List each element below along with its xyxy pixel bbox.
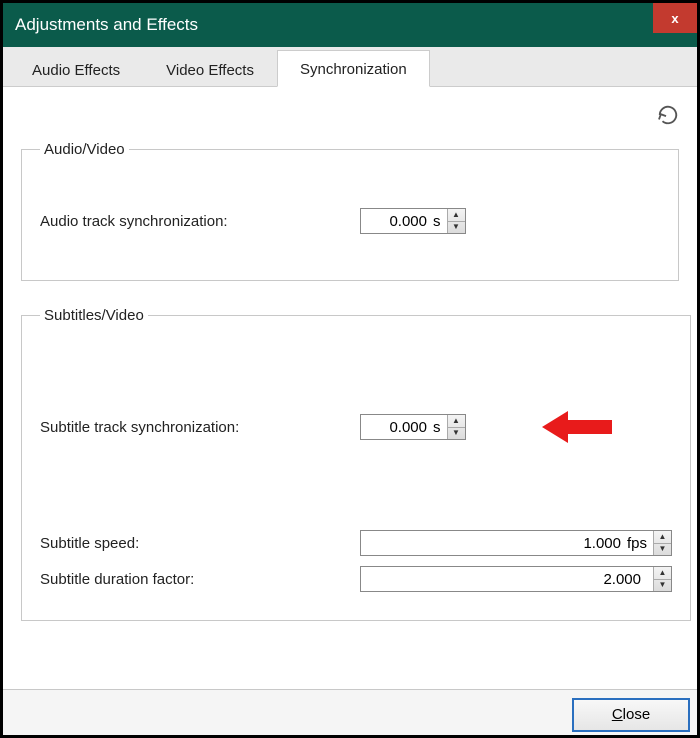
- subtitle-speed-spinbox[interactable]: fps ▲ ▼: [360, 530, 672, 556]
- refresh-icon[interactable]: [657, 104, 679, 126]
- dialog-footer: Close: [3, 689, 697, 735]
- audio-track-sync-unit: s: [433, 209, 447, 233]
- synchronization-panel: Audio/Video Audio track synchronization:…: [3, 87, 697, 689]
- tabbar: Audio Effects Video Effects Synchronizat…: [3, 47, 697, 87]
- subtitle-track-sync-unit: s: [433, 415, 447, 439]
- audio-video-legend: Audio/Video: [40, 141, 129, 158]
- subtitles-video-legend: Subtitles/Video: [40, 307, 148, 324]
- audio-track-sync-steppers: ▲ ▼: [447, 209, 465, 233]
- tab-synchronization[interactable]: Synchronization: [277, 50, 430, 87]
- subtitle-duration-factor-label: Subtitle duration factor:: [40, 571, 360, 588]
- subtitle-track-sync-step-up[interactable]: ▲: [448, 415, 465, 428]
- subtitle-speed-label: Subtitle speed:: [40, 535, 360, 552]
- subtitle-track-sync-step-down[interactable]: ▼: [448, 428, 465, 440]
- audio-track-sync-step-up[interactable]: ▲: [448, 209, 465, 222]
- subtitles-video-group: Subtitles/Video Subtitle track synchroni…: [21, 307, 691, 621]
- close-button-mnemonic: C: [612, 706, 623, 723]
- arrow-annotation-icon: [542, 407, 622, 447]
- subtitle-speed-unit: fps: [627, 531, 653, 555]
- subtitle-duration-factor-spinbox[interactable]: ▲ ▼: [360, 566, 672, 592]
- tab-video-effects[interactable]: Video Effects: [143, 51, 277, 87]
- subtitle-track-sync-steppers: ▲ ▼: [447, 415, 465, 439]
- subtitle-duration-factor-step-down[interactable]: ▼: [654, 580, 671, 592]
- subtitle-duration-factor-steppers: ▲ ▼: [653, 567, 671, 591]
- tab-audio-effects[interactable]: Audio Effects: [9, 51, 143, 87]
- audio-track-sync-spinbox[interactable]: s ▲ ▼: [360, 208, 466, 234]
- subtitle-track-sync-spinbox[interactable]: s ▲ ▼: [360, 414, 466, 440]
- close-icon: x: [671, 11, 678, 26]
- subtitle-duration-factor-input[interactable]: [361, 567, 647, 591]
- adjustments-effects-window: Adjustments and Effects x Audio Effects …: [0, 0, 700, 738]
- close-button-rest: lose: [623, 706, 651, 723]
- subtitle-speed-steppers: ▲ ▼: [653, 531, 671, 555]
- subtitle-speed-step-up[interactable]: ▲: [654, 531, 671, 544]
- subtitle-speed-input[interactable]: [361, 531, 627, 555]
- subtitle-track-sync-label: Subtitle track synchronization:: [40, 419, 360, 436]
- subtitle-track-sync-input[interactable]: [361, 415, 433, 439]
- subtitle-duration-factor-step-up[interactable]: ▲: [654, 567, 671, 580]
- titlebar-close-button[interactable]: x: [653, 3, 697, 33]
- close-button[interactable]: Close: [573, 699, 689, 731]
- audio-track-sync-label: Audio track synchronization:: [40, 213, 360, 230]
- audio-track-sync-input[interactable]: [361, 209, 433, 233]
- audio-track-sync-step-down[interactable]: ▼: [448, 222, 465, 234]
- audio-video-group: Audio/Video Audio track synchronization:…: [21, 141, 679, 281]
- window-title: Adjustments and Effects: [15, 15, 198, 35]
- titlebar: Adjustments and Effects x: [3, 3, 697, 47]
- subtitle-speed-step-down[interactable]: ▼: [654, 544, 671, 556]
